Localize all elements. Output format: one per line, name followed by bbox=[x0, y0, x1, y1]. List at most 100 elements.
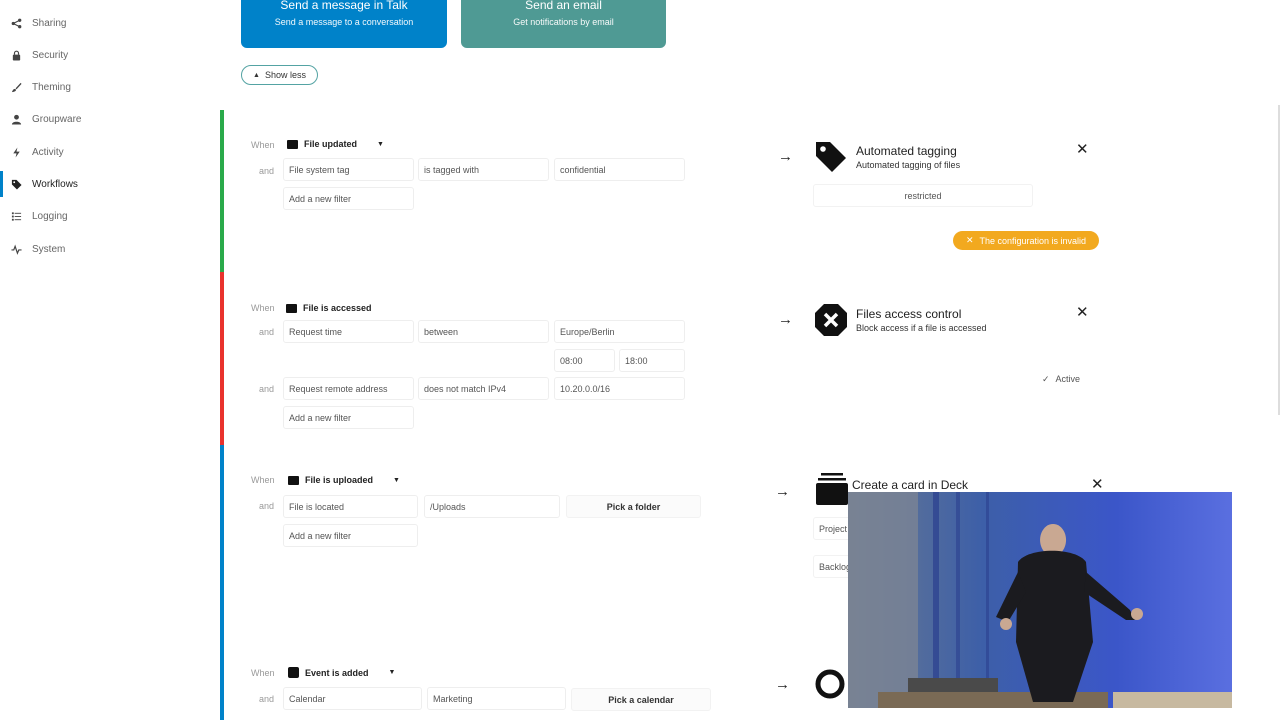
rule-color-bar bbox=[220, 636, 224, 720]
user-icon bbox=[10, 113, 22, 125]
add-filter-select[interactable]: Add a new filter bbox=[283, 187, 414, 210]
sidebar-item-label: Workflows bbox=[32, 178, 78, 190]
caret-up-icon: ▲ bbox=[253, 71, 260, 79]
sidebar-item-workflows[interactable]: Workflows bbox=[0, 168, 220, 200]
folder-icon bbox=[288, 475, 299, 485]
and-label: and bbox=[259, 694, 275, 704]
close-icon[interactable]: ✕ bbox=[1076, 140, 1089, 158]
lightning-icon bbox=[10, 146, 22, 158]
check-operator-select[interactable]: is tagged with bbox=[418, 158, 549, 181]
when-label: When bbox=[251, 303, 275, 313]
tag-icon bbox=[816, 142, 846, 172]
block-icon bbox=[815, 304, 847, 336]
arrow-right-icon: → bbox=[775, 483, 790, 500]
pick-calendar-button[interactable]: Pick a calendar bbox=[571, 688, 711, 711]
add-filter-select[interactable]: Add a new filter bbox=[283, 406, 414, 429]
check-icon: ✓ bbox=[1042, 373, 1050, 384]
event-select[interactable]: File is accessed bbox=[286, 303, 372, 313]
workflow-rule: When File is accessed and Request time b… bbox=[220, 272, 1280, 445]
calendar-icon bbox=[288, 667, 299, 678]
status-text: The configuration is invalid bbox=[979, 235, 1087, 246]
time-to-input[interactable]: 18:00 bbox=[619, 349, 685, 372]
button-title: Send a message in Talk bbox=[280, 0, 408, 12]
check-class-select[interactable]: Calendar bbox=[283, 687, 422, 710]
send-talk-message-button[interactable]: Send a message in Talk Send a message to… bbox=[241, 0, 447, 48]
sidebar-item-security[interactable]: Security bbox=[0, 39, 220, 71]
event-select[interactable]: File is uploaded ▼ bbox=[288, 475, 400, 485]
sidebar-item-label: System bbox=[32, 243, 66, 255]
arrow-right-icon: → bbox=[778, 311, 793, 328]
and-label: and bbox=[259, 327, 275, 337]
search-icon bbox=[815, 669, 845, 699]
workflow-rule: When File updated ▼ and File system tag … bbox=[220, 110, 1280, 272]
check-class-select[interactable]: File is located bbox=[283, 495, 418, 518]
pick-folder-button[interactable]: Pick a folder bbox=[566, 495, 701, 518]
send-email-button[interactable]: Send an email Get notifications by email bbox=[461, 0, 666, 48]
check-operator-select[interactable]: does not match IPv4 bbox=[418, 377, 549, 400]
arrow-right-icon: → bbox=[778, 148, 793, 165]
show-less-button[interactable]: ▲ Show less bbox=[241, 65, 318, 85]
sidebar-item-label: Groupware bbox=[32, 113, 82, 125]
event-select[interactable]: File updated ▼ bbox=[287, 139, 384, 149]
check-value-input[interactable]: 10.20.0.0/16 bbox=[554, 377, 685, 400]
event-label: File is uploaded bbox=[305, 475, 374, 485]
operation-title: Files access control bbox=[856, 307, 962, 321]
operation-title: Automated tagging bbox=[856, 144, 957, 158]
button-subtitle: Send a message to a conversation bbox=[274, 17, 414, 27]
rule-color-bar bbox=[220, 110, 224, 272]
sidebar-item-sharing[interactable]: Sharing bbox=[0, 7, 220, 39]
and-label: and bbox=[259, 166, 275, 176]
status-text: Active bbox=[1055, 374, 1081, 384]
sidebar-item-activity[interactable]: Activity bbox=[0, 136, 220, 168]
tag-value-input[interactable]: restricted bbox=[813, 184, 1033, 207]
rule-color-bar bbox=[220, 272, 224, 445]
button-title: Send an email bbox=[525, 0, 602, 12]
share-icon bbox=[10, 17, 22, 29]
and-label: and bbox=[259, 384, 275, 394]
when-label: When bbox=[251, 668, 275, 678]
folder-icon bbox=[287, 139, 298, 149]
operation-description: Block access if a file is accessed bbox=[856, 323, 987, 333]
operation-title: Create a card in Deck bbox=[852, 478, 969, 492]
chevron-down-icon: ▼ bbox=[377, 140, 384, 148]
event-label: Event is added bbox=[305, 667, 369, 678]
check-value-input[interactable]: confidential bbox=[554, 158, 685, 181]
close-icon[interactable]: ✕ bbox=[1076, 303, 1089, 321]
brush-icon bbox=[10, 81, 22, 93]
list-icon bbox=[10, 210, 22, 222]
sidebar-item-system[interactable]: System bbox=[0, 233, 220, 265]
presenter-video bbox=[848, 492, 1232, 708]
status-badge: ✕ The configuration is invalid bbox=[953, 231, 1099, 250]
timezone-select[interactable]: Europe/Berlin bbox=[554, 320, 685, 343]
check-class-select[interactable]: File system tag bbox=[283, 158, 414, 181]
event-select[interactable]: Event is added ▼ bbox=[288, 667, 395, 678]
tag-icon bbox=[10, 178, 22, 190]
sidebar-item-logging[interactable]: Logging bbox=[0, 200, 220, 232]
operation-description: Automated tagging of files bbox=[856, 160, 961, 170]
button-subtitle: Get notifications by email bbox=[513, 17, 614, 27]
check-operator-select[interactable]: between bbox=[418, 320, 549, 343]
check-class-select[interactable]: Request time bbox=[283, 320, 414, 343]
deck-icon bbox=[816, 473, 848, 505]
check-class-select[interactable]: Request remote address bbox=[283, 377, 414, 400]
folder-path-input[interactable]: /Uploads bbox=[424, 495, 560, 518]
rule-color-bar bbox=[220, 445, 224, 636]
close-icon: ✕ bbox=[965, 235, 974, 245]
arrow-right-icon: → bbox=[775, 676, 790, 693]
add-filter-select[interactable]: Add a new filter bbox=[283, 524, 418, 547]
sidebar-item-groupware[interactable]: Groupware bbox=[0, 103, 220, 135]
sidebar-item-label: Activity bbox=[32, 146, 64, 158]
show-less-label: Show less bbox=[264, 70, 306, 80]
when-label: When bbox=[251, 140, 275, 150]
status-badge: ✓ Active bbox=[1042, 369, 1080, 389]
close-icon[interactable]: ✕ bbox=[1091, 475, 1104, 493]
chevron-down-icon: ▼ bbox=[393, 476, 400, 484]
chevron-down-icon: ▼ bbox=[388, 669, 396, 676]
lock-icon bbox=[10, 49, 22, 61]
event-label: File is accessed bbox=[303, 303, 372, 313]
sidebar-item-theming[interactable]: Theming bbox=[0, 71, 220, 103]
sidebar-item-label: Security bbox=[32, 49, 69, 61]
sidebar-item-label: Sharing bbox=[32, 17, 67, 29]
time-from-input[interactable]: 08:00 bbox=[554, 349, 615, 372]
calendar-value-input[interactable]: Marketing bbox=[427, 687, 566, 710]
